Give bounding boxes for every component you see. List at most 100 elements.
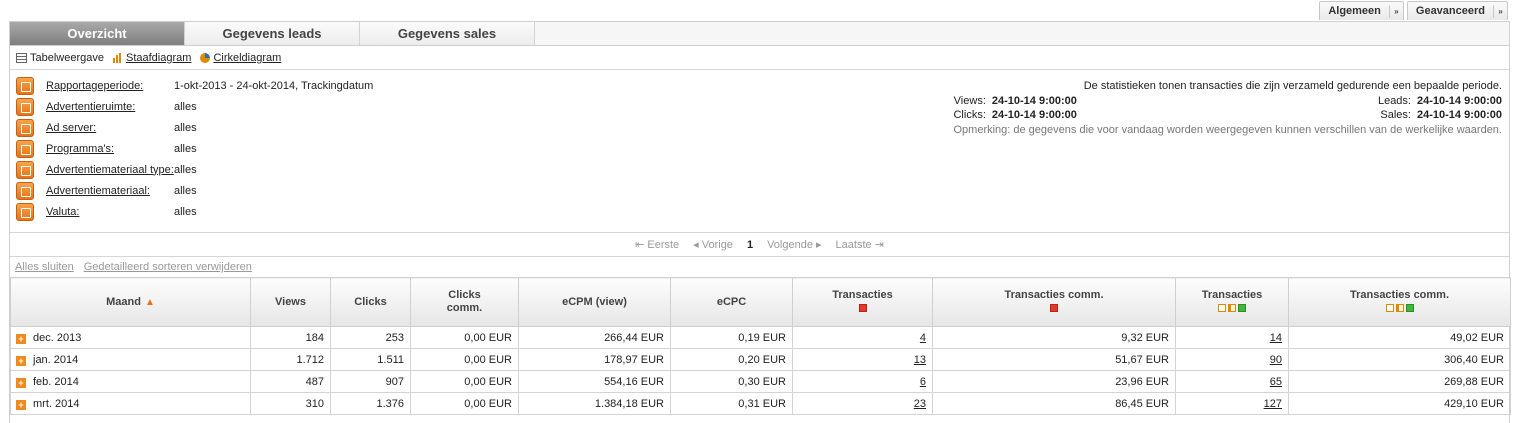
last-page-icon: ⇥: [871, 239, 884, 251]
transactions-sales-link[interactable]: 90: [1270, 354, 1282, 366]
filter-label[interactable]: Valuta:: [46, 206, 174, 218]
admedia-type-icon: [16, 160, 34, 179]
filter-row: Advertentieruimte: alles: [16, 96, 197, 117]
ecpm-cell: 1.384,18 EUR: [518, 392, 671, 415]
filter-row: Rapportageperiode: 1-okt-2013 - 24-okt-2…: [16, 75, 373, 96]
lead-status-icon: [858, 304, 867, 313]
month-cell: + feb. 2014: [10, 370, 251, 393]
tab-sales-data[interactable]: Gegevens sales: [360, 22, 535, 45]
transactions-sales-link[interactable]: 65: [1270, 376, 1282, 388]
col-month-label: Maand: [106, 295, 141, 308]
transactions-leads-cell: 13: [792, 348, 933, 371]
col-transactions-leads[interactable]: Transacties: [792, 277, 933, 327]
close-all-link[interactable]: Alles sluiten: [15, 261, 74, 273]
col-transactions-sales-comm-label: Transacties comm.: [1349, 289, 1450, 301]
col-transactions-sales-label: Transacties: [1201, 289, 1263, 301]
transactions-sales-link[interactable]: 127: [1264, 398, 1282, 410]
clicks-comm-cell: 0,00 EUR: [410, 348, 519, 371]
expand-icon[interactable]: +: [16, 333, 26, 344]
pager-prev[interactable]: ◂ Vorige: [693, 238, 733, 251]
clicks-cell: 1.511: [330, 348, 411, 371]
table-row: + jan. 2014 1.712 1.511 0,00 EUR 178,97 E…: [10, 348, 1511, 371]
month-label: mrt. 2014: [33, 397, 80, 410]
stats-timestamps: Views: 24-10-14 9:00:00 Leads: 24-10-14 …: [953, 94, 1502, 123]
transactions-leads-comm-cell: 9,32 EUR: [932, 326, 1176, 349]
clicks-comm-cell: 0,00 EUR: [410, 370, 519, 393]
tab-bar: Overzicht Gegevens leads Gegevens sales: [10, 22, 1509, 46]
expand-icon[interactable]: +: [16, 355, 26, 366]
filter-label[interactable]: Rapportageperiode:: [46, 80, 174, 92]
views-cell: 487: [250, 370, 331, 393]
views-timestamp: 24-10-14 9:00:00: [991, 94, 1077, 107]
view-table-label: Tabelweergave: [30, 51, 104, 64]
expand-icon[interactable]: +: [16, 377, 26, 388]
col-ecpc[interactable]: eCPC: [670, 277, 793, 327]
col-ecpm[interactable]: eCPM (view): [518, 277, 671, 327]
table-row: + mrt. 2014 310 1.376 0,00 EUR 1.384,18 E…: [10, 392, 1511, 415]
adspace-icon: [16, 97, 34, 116]
leads-timestamp: 24-10-14 9:00:00: [1416, 94, 1502, 107]
advanced-expand-icon[interactable]: »: [1493, 4, 1507, 18]
pager-next[interactable]: Volgende ▸: [767, 238, 821, 251]
transactions-sales-cell: 90: [1175, 348, 1289, 371]
view-pie[interactable]: Cirkeldiagram: [200, 52, 281, 64]
sales-timestamp: 24-10-14 9:00:00: [1416, 109, 1502, 121]
sort-asc-icon: ▲: [144, 296, 155, 308]
transactions-leads-link[interactable]: 6: [920, 376, 926, 388]
tab-leads-data[interactable]: Gegevens leads: [185, 22, 360, 45]
calendar-icon: [16, 76, 34, 95]
view-pie-link[interactable]: Cirkeldiagram: [213, 52, 281, 64]
ecpc-cell: 0,31 EUR: [670, 392, 793, 415]
ecpc-cell: 0,19 EUR: [670, 326, 793, 349]
remove-sort-link[interactable]: Gedetailleerd sorteren verwijderen: [84, 261, 252, 273]
view-bar-link[interactable]: Staafdiagram: [126, 52, 191, 64]
table-row: + feb. 2014 487 907 0,00 EUR 554,16 EUR 0…: [10, 370, 1511, 393]
month-cell: + jan. 2014: [10, 348, 251, 371]
transactions-leads-link[interactable]: 4: [920, 332, 926, 344]
pager-last-label: Laatste: [835, 239, 872, 251]
filter-row: Valuta: alles: [16, 201, 197, 222]
pager-next-label: Volgende: [767, 239, 813, 251]
clicks-label: Clicks:: [953, 109, 986, 121]
adserver-icon: [16, 118, 34, 137]
col-transactions-sales[interactable]: Transacties: [1175, 277, 1289, 327]
transactions-sales-link[interactable]: 14: [1270, 332, 1282, 344]
transactions-leads-comm-cell: 51,67 EUR: [932, 348, 1176, 371]
general-expand-icon[interactable]: »: [1388, 4, 1403, 18]
pager-first-label: Eerste: [647, 239, 680, 251]
tab-overview[interactable]: Overzicht: [10, 22, 185, 45]
filter-label[interactable]: Advertentiemateriaal type:: [46, 164, 174, 176]
transactions-sales-comm-cell: 49,02 EUR: [1288, 326, 1511, 349]
view-table[interactable]: Tabelweergave: [16, 52, 104, 64]
pie-chart-icon: [200, 52, 211, 63]
filter-label[interactable]: Advertentiemateriaal:: [46, 185, 174, 197]
col-transactions-sales-comm[interactable]: Transacties comm.: [1288, 277, 1511, 327]
transactions-sales-cell: 127: [1175, 392, 1289, 415]
clicks-cell: 1.376: [330, 392, 411, 415]
filter-row: Ad server: alles: [16, 117, 197, 138]
filter-label[interactable]: Ad server:: [46, 122, 174, 134]
col-clicks-comm[interactable]: Clicks comm.: [410, 277, 519, 327]
filter-label[interactable]: Advertentieruimte:: [46, 101, 174, 113]
col-clicks-comm-sub: comm.: [446, 302, 483, 314]
col-transactions-leads-comm[interactable]: Transacties comm.: [932, 277, 1176, 327]
ecpm-cell: 266,44 EUR: [518, 326, 671, 349]
advanced-dropdown[interactable]: Geavanceerd »: [1406, 1, 1508, 20]
advanced-dropdown-label: Geavanceerd: [1415, 5, 1485, 17]
pending-status-icon: [1395, 304, 1404, 313]
transactions-leads-link[interactable]: 13: [914, 354, 926, 366]
col-month[interactable]: Maand ▲: [10, 277, 251, 327]
col-views[interactable]: Views: [250, 277, 331, 327]
confirmed-status-icon: [1405, 304, 1414, 313]
pager-first[interactable]: ⇤ Eerste: [635, 238, 679, 251]
filter-row: Programma's: alles: [16, 138, 197, 159]
month-cell: + dec. 2013: [10, 326, 251, 349]
expand-icon[interactable]: +: [16, 399, 26, 410]
general-dropdown[interactable]: Algemeen »: [1319, 1, 1404, 20]
pager-last[interactable]: Laatste ⇥: [836, 238, 884, 251]
filter-value: alles: [174, 121, 197, 134]
transactions-leads-link[interactable]: 23: [914, 398, 926, 410]
col-clicks[interactable]: Clicks: [330, 277, 411, 327]
view-bar[interactable]: Staafdiagram: [113, 52, 191, 64]
filter-label[interactable]: Programma's:: [46, 143, 174, 155]
